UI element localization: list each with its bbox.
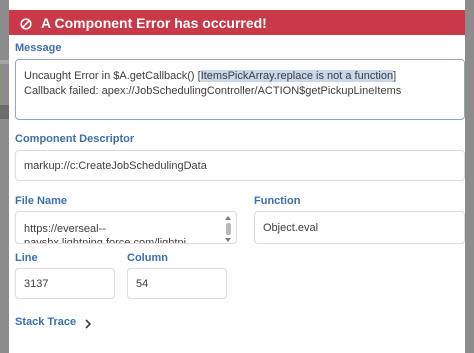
- selected-text: ItemsPickArray.replace is not a function: [200, 70, 394, 82]
- function-field[interactable]: Object.eval: [254, 211, 465, 244]
- chevron-right-icon[interactable]: [83, 316, 93, 329]
- circle-slash-icon: [20, 17, 32, 30]
- backdrop-artifact: [0, 105, 9, 119]
- modal-backdrop-right: [465, 0, 474, 353]
- component-descriptor-field[interactable]: markup://c:CreateJobSchedulingData: [15, 150, 465, 181]
- message-label: Message: [15, 42, 62, 54]
- modal-backdrop-left: [0, 0, 9, 353]
- line-value: 3137: [24, 278, 49, 290]
- file-name-scrollbar[interactable]: [225, 216, 232, 242]
- message-line-2: Callback failed: apex://JobSchedulingCon…: [24, 85, 402, 97]
- scroll-down-arrow-icon[interactable]: [225, 238, 231, 242]
- message-textarea[interactable]: Uncaught Error in $A.getCallback() [Item…: [15, 59, 465, 120]
- error-banner: A Component Error has occurred!: [9, 10, 465, 35]
- column-field[interactable]: 54: [127, 268, 227, 299]
- file-name-textarea[interactable]: https://everseal-- paysbx.lightning.forc…: [15, 211, 237, 244]
- stack-trace-label[interactable]: Stack Trace: [15, 316, 76, 328]
- file-name-label: File Name: [15, 195, 67, 207]
- scroll-up-arrow-icon[interactable]: [225, 216, 231, 220]
- scroll-thumb[interactable]: [226, 223, 231, 235]
- function-label: Function: [254, 195, 301, 207]
- column-label: Column: [127, 252, 168, 264]
- backdrop-artifact: [0, 60, 9, 64]
- column-value: 54: [136, 278, 149, 290]
- message-line-1: Uncaught Error in $A.getCallback() [Item…: [24, 70, 397, 82]
- line-field[interactable]: 3137: [15, 268, 115, 299]
- function-value: Object.eval: [263, 222, 319, 234]
- file-name-line-1: https://everseal--: [24, 223, 106, 235]
- line-label: Line: [15, 252, 38, 264]
- error-title: A Component Error has occurred!: [41, 14, 267, 31]
- file-name-line-2: paysbx.lightning.force.com/lightni: [24, 237, 187, 244]
- error-modal: A Component Error has occurred! Message …: [9, 0, 465, 353]
- component-descriptor-label: Component Descriptor: [15, 133, 135, 145]
- component-descriptor-value: markup://c:CreateJobSchedulingData: [24, 160, 207, 172]
